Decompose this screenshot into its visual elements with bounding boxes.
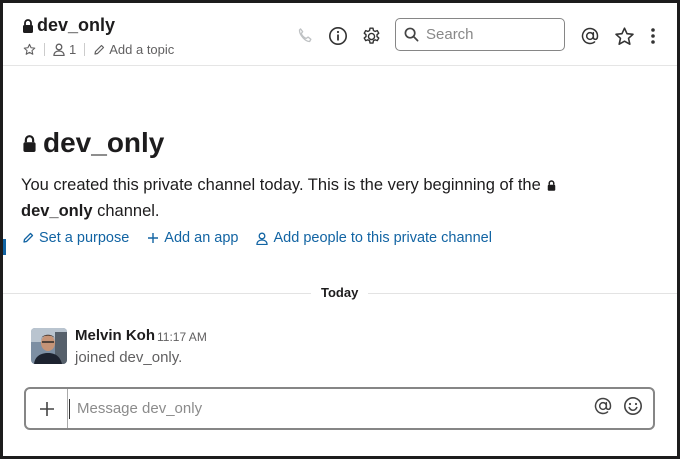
add-people-link[interactable]: Add people to this private channel (256, 230, 492, 246)
star-outline-icon (23, 43, 36, 55)
add-topic-label: Add a topic (109, 42, 175, 57)
channel-intro-text: You created this private channel today. … (21, 172, 661, 224)
search-box[interactable]: Search (395, 18, 565, 51)
channel-intro-name: dev_only (43, 127, 165, 158)
avatar[interactable] (31, 328, 67, 364)
lock-icon (23, 134, 36, 152)
intro-channel-name[interactable]: dev_only (21, 202, 93, 220)
message-timestamp[interactable]: 11:17 AM (157, 330, 207, 344)
more-actions-button[interactable] (643, 25, 663, 47)
message-body: joined dev_only. (75, 349, 183, 366)
left-edge-accent (3, 239, 6, 255)
star-icon (614, 26, 634, 45)
add-people-label: Add people to this private channel (273, 230, 492, 246)
intro-text-after: channel. (92, 202, 160, 220)
call-button[interactable] (294, 25, 316, 47)
pencil-icon (94, 44, 105, 55)
add-app-label: Add an app (164, 230, 239, 246)
meta-divider (44, 43, 45, 56)
channel-header: dev_only 1 Add a topic Search (3, 3, 677, 66)
pencil-icon (23, 232, 34, 243)
at-sign-icon (581, 27, 599, 45)
message-author[interactable]: Melvin Koh (75, 327, 155, 344)
starred-items-button[interactable] (613, 25, 635, 47)
add-topic-button[interactable]: Add a topic (93, 42, 174, 57)
channel-window: dev_only 1 Add a topic Search dev_only Y… (3, 3, 677, 456)
vertical-ellipsis-icon (651, 28, 655, 44)
person-icon (256, 232, 269, 245)
channel-details-button[interactable] (327, 25, 349, 47)
channel-settings-button[interactable] (360, 25, 382, 47)
mention-button[interactable] (593, 396, 613, 421)
user-photo (31, 328, 67, 364)
intro-text-before: You created this private channel today. … (21, 176, 541, 194)
intro-actions: Set a purpose Add an app Add people to t… (22, 230, 510, 246)
at-sign-icon (594, 397, 612, 415)
text-cursor (69, 399, 70, 419)
day-divider-label[interactable]: Today (311, 283, 369, 303)
smiley-icon (624, 397, 642, 415)
mentions-button[interactable] (579, 25, 601, 47)
lock-icon (23, 18, 33, 33)
lock-icon (547, 180, 556, 191)
meta-divider (84, 43, 86, 56)
channel-intro-title: dev_only (22, 127, 164, 159)
search-icon (404, 27, 419, 42)
emoji-button[interactable] (623, 396, 643, 421)
channel-title[interactable]: dev_only (22, 15, 115, 36)
set-purpose-link[interactable]: Set a purpose (22, 230, 129, 246)
message-composer (24, 387, 655, 430)
message-input[interactable] (68, 389, 593, 428)
star-button[interactable] (23, 43, 36, 56)
phone-icon (298, 28, 312, 43)
channel-meta: 1 Add a topic (23, 42, 174, 57)
attach-button[interactable] (26, 389, 68, 428)
plus-icon (39, 401, 54, 416)
composer-actions (593, 396, 653, 421)
member-count-button[interactable]: 1 (53, 42, 76, 57)
person-icon (53, 43, 65, 56)
member-count: 1 (69, 42, 77, 57)
info-icon (329, 27, 347, 45)
set-purpose-label: Set a purpose (39, 230, 130, 246)
search-placeholder: Search (426, 26, 474, 43)
channel-title-text: dev_only (37, 15, 116, 35)
add-app-link[interactable]: Add an app (147, 230, 238, 246)
gear-icon (363, 26, 379, 44)
plus-icon (148, 233, 159, 243)
